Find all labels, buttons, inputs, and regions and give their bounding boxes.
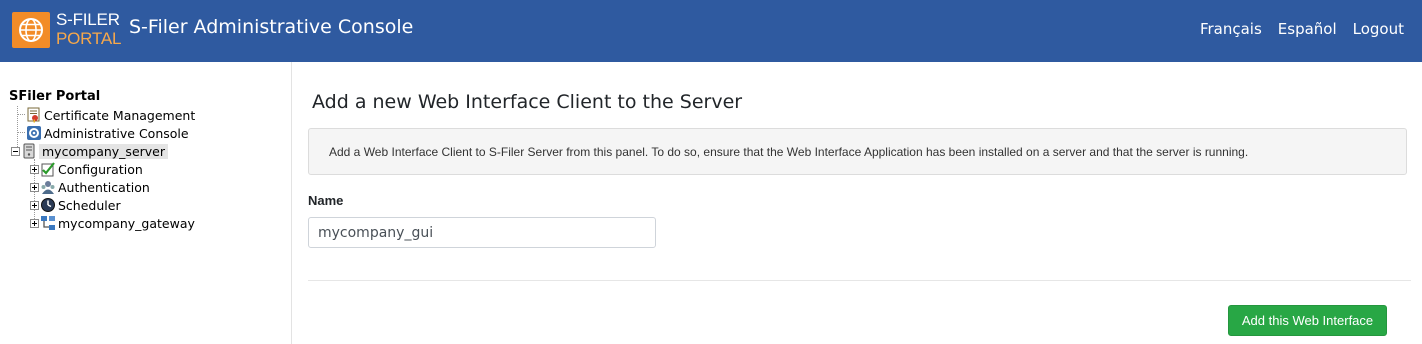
- tree-item-label: Scheduler: [58, 197, 121, 213]
- main-content: Add a new Web Interface Client to the Se…: [292, 62, 1422, 344]
- app-title: S-Filer Administrative Console: [129, 16, 414, 38]
- tree-connector: [17, 132, 25, 133]
- checklist-icon: [40, 161, 56, 177]
- tree-item-label: Authentication: [58, 179, 150, 195]
- tree-item-mycompany-server[interactable]: mycompany_server: [11, 142, 169, 160]
- nav-link-francais[interactable]: Français: [1200, 20, 1262, 38]
- tree-item-label: Configuration: [58, 161, 143, 177]
- logo-line-1: S-FILER: [56, 10, 120, 29]
- tree-item-scheduler[interactable]: Scheduler: [30, 196, 121, 214]
- tree-connector: [17, 114, 25, 115]
- info-text: Add a Web Interface Client to S-Filer Se…: [329, 145, 1249, 159]
- collapse-toggle[interactable]: [11, 146, 20, 156]
- expand-toggle[interactable]: [30, 218, 39, 228]
- tree-item-label: Certificate Management: [44, 107, 196, 123]
- name-input[interactable]: [308, 217, 656, 248]
- nav-link-espanol[interactable]: Español: [1278, 20, 1337, 38]
- tree-item-configuration[interactable]: Configuration: [30, 160, 143, 178]
- name-label: Name: [308, 193, 344, 208]
- nav-link-logout[interactable]: Logout: [1353, 20, 1404, 38]
- clock-icon: [40, 197, 56, 213]
- expand-toggle[interactable]: [30, 182, 39, 192]
- expand-toggle[interactable]: [30, 200, 39, 210]
- tree-item-authentication[interactable]: Authentication: [30, 178, 150, 196]
- tree-item-certificate-management[interactable]: Certificate Management: [26, 106, 195, 124]
- network-icon: [40, 215, 56, 231]
- tree-item-label: mycompany_server: [39, 143, 169, 159]
- top-header: S-FILER PORTAL S-Filer Administrative Co…: [0, 0, 1422, 62]
- logo-text: S-FILER PORTAL: [56, 10, 121, 48]
- tree-item-administrative-console[interactable]: Administrative Console: [26, 124, 189, 142]
- page-title: Add a new Web Interface Client to the Se…: [312, 91, 743, 113]
- sidebar-tree: SFiler Portal Certificate Management Adm…: [0, 62, 292, 344]
- users-icon: [40, 179, 56, 195]
- info-panel: Add a Web Interface Client to S-Filer Se…: [308, 128, 1407, 175]
- tree-root-label[interactable]: SFiler Portal: [9, 89, 100, 104]
- tree-item-label: mycompany_gateway: [58, 215, 195, 231]
- gear-icon: [26, 125, 42, 141]
- certificate-icon: [26, 107, 42, 123]
- server-icon: [21, 143, 37, 159]
- logo-line-2: PORTAL: [56, 29, 122, 48]
- tree-item-mycompany-gateway[interactable]: mycompany_gateway: [30, 214, 195, 232]
- tree-item-label: Administrative Console: [44, 125, 189, 141]
- add-web-interface-button[interactable]: Add this Web Interface: [1228, 305, 1387, 336]
- header-nav: Français Español Logout: [1200, 20, 1404, 38]
- expand-toggle[interactable]: [30, 164, 39, 174]
- divider: [308, 280, 1411, 281]
- globe-logo-icon: [12, 12, 50, 48]
